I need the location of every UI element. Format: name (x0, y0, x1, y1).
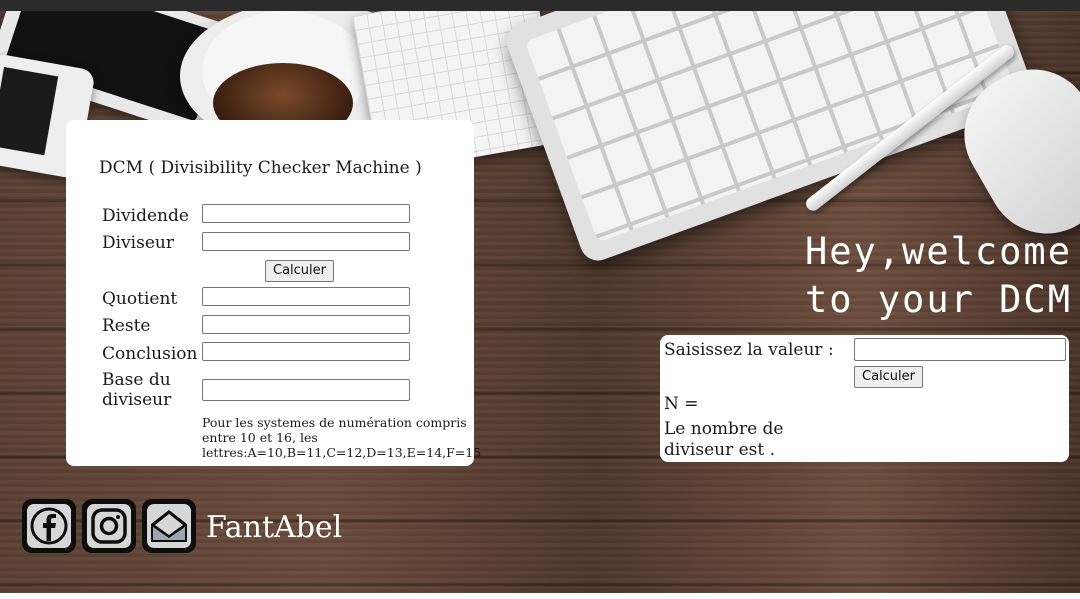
value-input-label: Saisissez la valeur : (664, 340, 834, 360)
divisor-count-line1: Le nombre de (664, 419, 784, 439)
divisor-calculate-button[interactable]: Calculer (854, 366, 923, 388)
base-label-line1: Base du (102, 370, 171, 390)
conclusion-field[interactable] (202, 342, 410, 361)
facebook-icon (27, 504, 71, 548)
base-note: Pour les systemes de numération compris … (202, 415, 482, 460)
quotient-field[interactable] (202, 287, 410, 306)
instagram-icon (87, 504, 131, 548)
dividende-input[interactable] (202, 204, 410, 223)
reste-field[interactable] (202, 315, 410, 334)
base-label-line2: diviseur (102, 390, 172, 410)
welcome-heading: Hey,welcome to your DCM (752, 228, 1072, 324)
browser-top-bar (0, 0, 1080, 11)
facebook-link[interactable] (22, 499, 76, 553)
base-label: Base du diviseur (102, 370, 171, 410)
quotient-label: Quotient (102, 289, 178, 309)
mail-icon (147, 504, 191, 548)
divisor-counter-card: Saisissez la valeur : Calculer N = Le no… (660, 335, 1069, 462)
dividende-label: Dividende (102, 206, 189, 226)
calculate-button[interactable]: Calculer (265, 260, 334, 282)
reste-label: Reste (102, 316, 151, 336)
diviseur-input[interactable] (202, 232, 410, 251)
divisibility-calculator-card: DCM ( Divisibility Checker Machine ) Div… (66, 120, 482, 466)
welcome-line1: Hey,welcome (804, 230, 1072, 273)
instagram-link[interactable] (82, 499, 136, 553)
divisor-count-line2: diviseur est . (664, 440, 776, 460)
n-result-label: N = (664, 394, 699, 414)
value-input[interactable] (854, 338, 1066, 361)
divisor-count-result: Le nombre de diviseur est . (664, 419, 783, 461)
base-input[interactable] (202, 379, 410, 401)
mail-link[interactable] (142, 499, 196, 553)
diviseur-label: Diviseur (102, 233, 174, 253)
conclusion-label: Conclusion (102, 344, 198, 364)
brand-name: FantAbel (206, 510, 343, 545)
welcome-line2: to your DCM (804, 278, 1072, 321)
calculator-title: DCM ( Divisibility Checker Machine ) (99, 158, 422, 178)
